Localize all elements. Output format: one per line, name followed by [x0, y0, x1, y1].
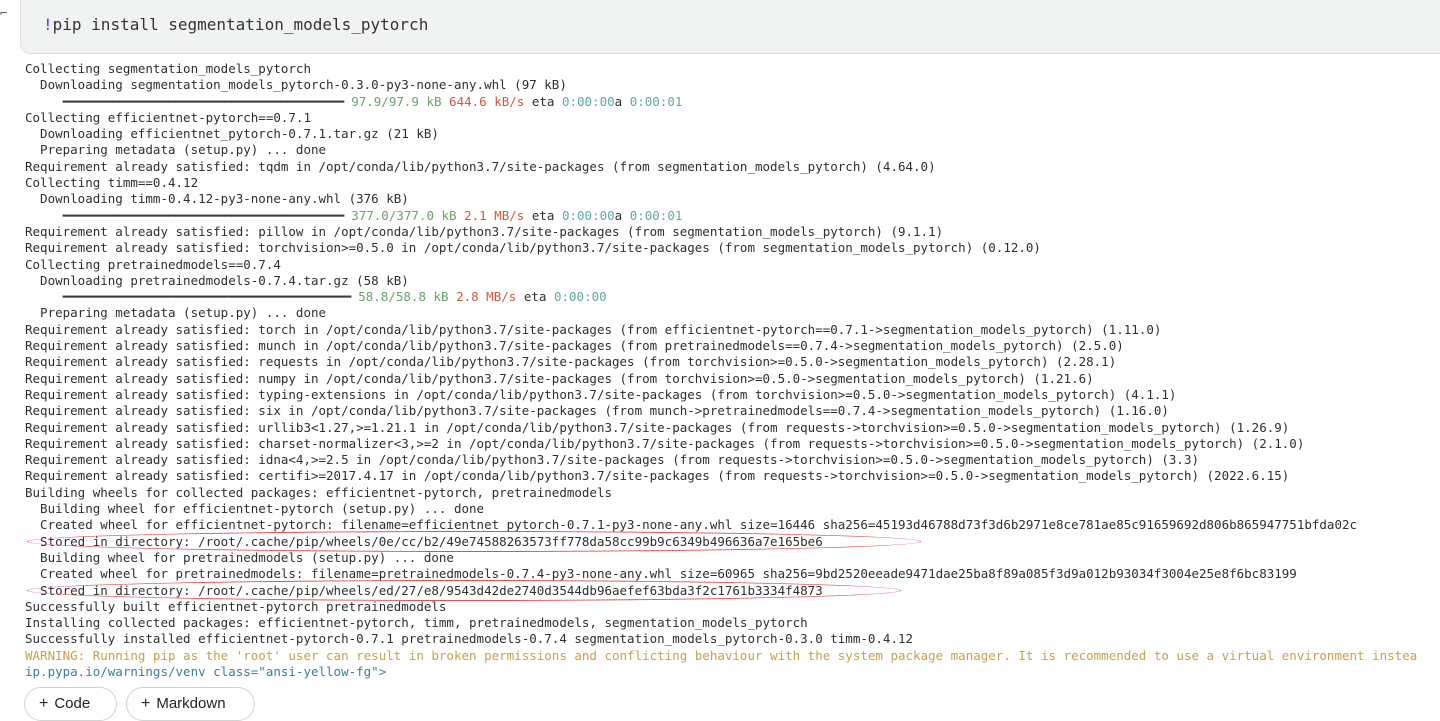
output-line: Requirement already satisfied: torch in …	[25, 321, 1162, 337]
output-line: Downloading efficientnet_pytorch-0.7.1.t…	[25, 126, 439, 142]
progress-bar: ━━━━━━━━━━━━━━━━━━━━━━━━━━━━━━━━━━━━━━━━	[62, 93, 345, 109]
progress-indent	[25, 208, 63, 223]
progress-bar: ━━━━━━━━━━━━━━━━━━━━━━━━━━━━━━━━━━━━━━━━	[62, 207, 345, 223]
output-line: Building wheels for collected packages: …	[25, 484, 612, 500]
gutter-mark: ⌐	[0, 6, 8, 20]
output-line: Preparing metadata (setup.py) ... done	[25, 305, 327, 321]
warning-line: WARNING: Running pip as the 'root' user …	[25, 647, 1418, 663]
pip-command: pip install segmentation_models_pytorch	[52, 15, 429, 34]
progress-eta: 0:00:00	[553, 289, 607, 305]
progress-eta: 0:00:00	[561, 207, 615, 223]
output-line: Collecting timm==0.4.12	[25, 175, 199, 191]
output-line: Requirement already satisfied: pillow in…	[25, 223, 944, 239]
shell-bang: !	[43, 15, 53, 34]
output-line: Collecting segmentation_models_pytorch	[25, 61, 311, 76]
warning-link-line: ip.pypa.io/warnings/venv class="ansi-yel…	[25, 663, 387, 679]
output-line: Requirement already satisfied: six in /o…	[25, 403, 1169, 419]
annotation-ellipse-1	[27, 531, 921, 552]
output-line: Collecting efficientnet-pytorch==0.7.1	[25, 109, 311, 125]
output-line: Created wheel for pretrainedmodels: file…	[25, 566, 1297, 582]
progress-bar: ━━━━━━━━━━━━━━━━━━━━━━━━━━━━━━━━━━━━━━━━…	[62, 289, 352, 305]
output-line: Installing collected packages: efficient…	[25, 615, 808, 631]
output-line: Requirement already satisfied: torchvisi…	[25, 240, 1041, 256]
output-line: Requirement already satisfied: requests …	[25, 354, 1117, 370]
add-markdown-label: Markdown	[156, 695, 226, 712]
output-line: Downloading timm-0.4.12-py3-none-any.whl…	[25, 191, 409, 207]
progress-eta-2: 0:00:01	[629, 93, 683, 109]
progress-eta-label: eta	[531, 207, 555, 223]
annotation-ellipse-2	[27, 580, 901, 601]
output-line: Requirement already satisfied: idna<4,>=…	[25, 452, 1199, 468]
output-line: Downloading pretrainedmodels-0.7.4.tar.g…	[25, 272, 409, 288]
progress-line: ━━━━━━━━━━━━━━━━━━━━━━━━━━━━━━━━━━━━━━━━…	[25, 94, 1417, 110]
output-line: Building wheel for pretrainedmodels (set…	[25, 549, 454, 565]
progress-speed: 644.6 kB/s	[449, 93, 525, 109]
progress-indent	[25, 289, 63, 304]
output-line: Preparing metadata (setup.py) ... done	[25, 142, 327, 158]
progress-speed: 2.8 MB/s	[456, 289, 517, 305]
output-line: Collecting pretrainedmodels==0.7.4	[25, 256, 281, 272]
output-line: Downloading segmentation_models_pytorch-…	[25, 77, 567, 93]
code-input[interactable]: !pip install segmentation_models_pytorch	[43, 16, 428, 34]
output-line: Requirement already satisfied: numpy in …	[25, 370, 1094, 386]
progress-line: ━━━━━━━━━━━━━━━━━━━━━━━━━━━━━━━━━━━━━━━━…	[25, 289, 1417, 305]
progress-eta: 0:00:00	[561, 93, 615, 109]
output-line: Created wheel for efficientnet-pytorch: …	[25, 517, 1358, 533]
progress-line: ━━━━━━━━━━━━━━━━━━━━━━━━━━━━━━━━━━━━━━━━…	[25, 208, 1417, 224]
output-line: Requirement already satisfied: charset-n…	[25, 435, 1305, 451]
add-markdown-cell-button[interactable]: + Markdown	[126, 687, 255, 721]
output-line: Requirement already satisfied: munch in …	[25, 338, 1124, 354]
progress-size: 377.0/377.0 kB	[351, 207, 457, 223]
progress-eta-2: 0:00:01	[629, 207, 683, 223]
output-line: Requirement already satisfied: urllib3<1…	[25, 419, 1290, 435]
progress-size: 58.8/58.8 kB	[358, 289, 449, 305]
add-code-cell-button[interactable]: + Code	[24, 687, 117, 721]
output-line: Successfully built efficientnet-pytorch …	[25, 598, 447, 614]
progress-eta-label: eta	[523, 289, 547, 305]
output-line: Building wheel for efficientnet-pytorch …	[25, 501, 485, 517]
output-line: Requirement already satisfied: typing-ex…	[25, 386, 1177, 402]
code-cell[interactable]: !pip install segmentation_models_pytorch	[20, 0, 1440, 54]
plus-icon: +	[39, 695, 49, 712]
plus-icon: +	[141, 695, 151, 712]
output-line: Successfully installed efficientnet-pyto…	[25, 631, 914, 647]
output-line: Requirement already satisfied: tqdm in /…	[25, 158, 936, 174]
add-code-label: Code	[54, 695, 91, 712]
progress-eta-label: eta	[531, 93, 555, 109]
progress-indent	[25, 94, 63, 109]
progress-size: 97.9/97.9 kB	[351, 93, 442, 109]
output-line: Requirement already satisfied: certifi>=…	[25, 468, 1290, 484]
progress-speed: 2.1 MB/s	[464, 207, 525, 223]
